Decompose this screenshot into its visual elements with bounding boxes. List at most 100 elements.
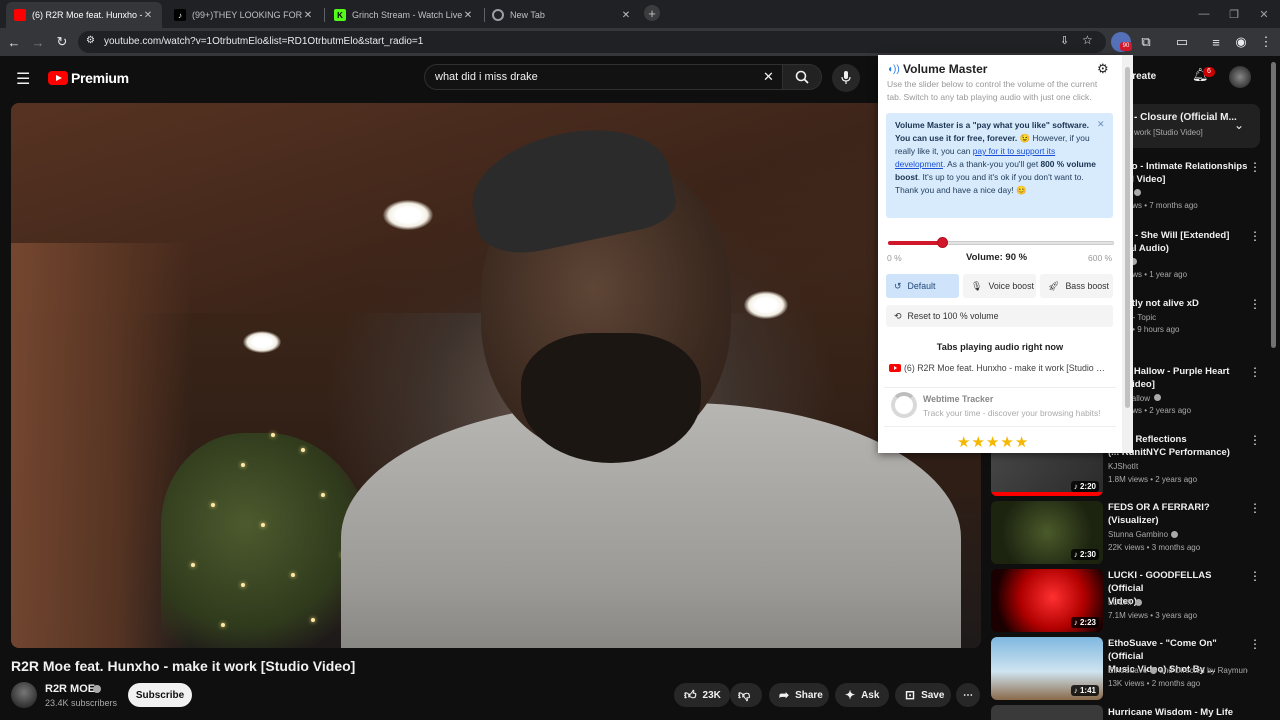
save-button[interactable]: ⊡ Save (895, 683, 951, 707)
bookmark-star-icon[interactable]: ☆ (1082, 33, 1093, 47)
search-button[interactable] (782, 64, 822, 90)
new-tab-button[interactable]: + (644, 5, 660, 21)
person-beard (521, 333, 701, 463)
dislike-button[interactable]: 👎︎ (730, 683, 762, 707)
star-icon[interactable]: ★ (971, 434, 985, 451)
list-item[interactable]: ho - Intimate Relationships al Video] o … (1126, 160, 1247, 210)
star-icon[interactable]: ★ (1000, 434, 1014, 451)
more-options-icon[interactable]: ⋮ (1249, 229, 1261, 243)
list-item[interactable]: y Hallow - Purple Heart Video] Hallow ie… (1126, 365, 1229, 415)
video-thumbnail[interactable] (991, 705, 1103, 720)
list-item[interactable]: ♪ 2:23 LUCKI - GOODFELLAS (Official Video… (991, 569, 1261, 632)
window-close-button[interactable]: ✕ (1248, 0, 1280, 28)
close-icon[interactable]: ✕ (142, 10, 154, 21)
reset-volume-button[interactable]: ⟲ Reset to 100 % volume (886, 305, 1113, 327)
video-thumbnail[interactable]: ♪ 1:41 (991, 637, 1103, 700)
gear-icon[interactable]: ⚙ (1097, 61, 1109, 77)
list-item[interactable]: ♪ 2:30 FEDS OR A FERRARI? (Visualizer) St… (991, 501, 1261, 564)
more-options-icon[interactable]: ⋮ (1249, 501, 1261, 515)
video-player[interactable] (11, 103, 981, 648)
close-icon[interactable]: ✕ (1097, 119, 1105, 130)
close-icon[interactable]: ✕ (462, 10, 474, 21)
profile-icon[interactable]: ◉ (1231, 32, 1251, 52)
kick-icon: K (334, 9, 346, 21)
list-item[interactable]: ntly not alive xD e - Topic s • 9 hours … (1126, 297, 1199, 334)
popup-scrollbar-thumb[interactable] (1125, 67, 1130, 408)
close-icon[interactable]: ✕ (302, 10, 314, 21)
playing-tab-link[interactable]: (6) R2R Moe feat. Hunxho - make it work … (904, 363, 1108, 373)
rating-stars[interactable]: ★★★★★ (957, 433, 1029, 451)
tab-tiktok[interactable]: ♪ (99+)THEY LOOKING FOR THE ✕ (166, 2, 322, 28)
chrome-menu-icon[interactable]: ⋮ (1256, 32, 1276, 52)
reload-icon[interactable]: ↻ (52, 32, 72, 52)
share-button[interactable]: ➦ Share (769, 683, 829, 707)
tab-youtube[interactable]: (6) R2R Moe feat. Hunxho - ✕ (6, 2, 162, 28)
more-options-icon[interactable]: ⋮ (1249, 569, 1261, 583)
more-actions-button[interactable]: ⋯ (956, 683, 980, 707)
list-item[interactable]: ♪ 1:41 EthoSuave - "Come On" (Official Mu… (991, 637, 1261, 700)
minimize-button[interactable]: — (1188, 0, 1220, 28)
clear-search-icon[interactable]: ✕ (763, 69, 774, 85)
list-item[interactable]: ff - She Will [Extended] ial Audio) iews… (1126, 229, 1229, 279)
star-icon[interactable]: ★ (1015, 434, 1029, 451)
voice-search-button[interactable] (832, 64, 860, 92)
rec-meta: s • 9 hours ago (1126, 325, 1180, 334)
rec-title-line2: ial Audio) (1126, 243, 1169, 254)
media-controls-icon[interactable]: ≡ (1206, 32, 1226, 52)
hamburger-menu-icon[interactable]: ☰ (16, 69, 30, 89)
back-icon[interactable]: ← (4, 32, 24, 52)
microphone-icon: 🎙︎ (971, 280, 983, 291)
ask-button[interactable]: ✦ Ask (835, 683, 889, 707)
rec-title: y Hallow - Purple Heart (1126, 366, 1230, 377)
account-avatar[interactable] (1229, 66, 1251, 88)
search-input[interactable]: what did i miss drake ✕ (424, 64, 782, 90)
share-label: Share (795, 689, 823, 701)
more-options-icon[interactable]: ⋮ (1249, 297, 1261, 311)
extensions-puzzle-icon[interactable]: ⧉ (1136, 32, 1156, 52)
search-query: what did i miss drake (435, 71, 538, 83)
tab-title: New Tab (510, 10, 545, 20)
channel-avatar[interactable] (11, 682, 37, 708)
like-button[interactable]: 👍︎ 23K (674, 683, 730, 707)
ask-label: Ask (861, 689, 880, 701)
install-app-icon[interactable]: ⇩ (1060, 34, 1069, 47)
close-icon[interactable]: ✕ (620, 10, 632, 21)
bass-boost-button[interactable]: 🚀︎ Bass boost (1040, 274, 1113, 298)
rec-meta: 7.1M views • 3 years ago (1108, 611, 1198, 620)
voice-boost-button[interactable]: 🎙︎ Voice boost (963, 274, 1036, 298)
site-info-icon[interactable]: ⚙ (86, 35, 95, 46)
tab-title: (99+)THEY LOOKING FOR THE (192, 10, 302, 20)
duration-badge: ♪ 2:23 (1070, 617, 1099, 628)
search-icon (795, 70, 809, 84)
list-item[interactable]: Hurricane Wisdom - My Life (991, 705, 1261, 720)
more-options-icon[interactable]: ⋮ (1249, 433, 1261, 447)
maximize-button[interactable]: ❐ (1218, 0, 1250, 28)
tab-new-tab[interactable]: New Tab ✕ (484, 2, 640, 28)
page-scrollbar[interactable] (1271, 62, 1276, 348)
sparkle-icon: ✦ (845, 688, 856, 702)
address-bar[interactable]: ⚙ youtube.com/watch?v=1OtrbutmElo&list=R… (78, 31, 1106, 53)
side-panel-icon[interactable]: ▭ (1172, 32, 1192, 52)
duration-badge: ♪ 2:30 (1070, 549, 1099, 560)
more-options-icon[interactable]: ⋮ (1249, 160, 1261, 174)
more-options-icon[interactable]: ⋮ (1249, 365, 1261, 379)
default-mode-button[interactable]: ↺ Default (886, 274, 959, 298)
tiktok-icon: ♪ (174, 9, 186, 21)
info-text: . It's up to you and it's ok if you don'… (895, 172, 1084, 195)
rec-channel: EthoSuave and Directed by Raymund... (1108, 666, 1248, 675)
star-icon[interactable]: ★ (957, 434, 971, 451)
video-thumbnail[interactable]: ♪ 2:23 (991, 569, 1103, 632)
tab-kick[interactable]: K Grinch Stream - Watch Live on ✕ (326, 2, 482, 28)
more-options-icon[interactable]: ⋮ (1249, 637, 1261, 651)
popup-description: Use the slider below to control the volu… (887, 79, 1098, 102)
subscribe-button[interactable]: Subscribe (128, 683, 192, 707)
youtube-logo[interactable]: Premium (48, 70, 129, 86)
channel-name[interactable]: R2R MOE (45, 683, 95, 695)
video-thumbnail[interactable]: ♪ 2:30 (991, 501, 1103, 564)
star-icon[interactable]: ★ (986, 434, 1000, 451)
rec-channel: KJShotIt (1108, 462, 1139, 471)
volume-slider-handle[interactable] (937, 237, 948, 248)
forward-icon[interactable]: → (28, 32, 48, 52)
webtime-tracker-promo[interactable] (884, 387, 1116, 427)
chevron-down-icon[interactable]: ⌄ (1234, 118, 1244, 132)
